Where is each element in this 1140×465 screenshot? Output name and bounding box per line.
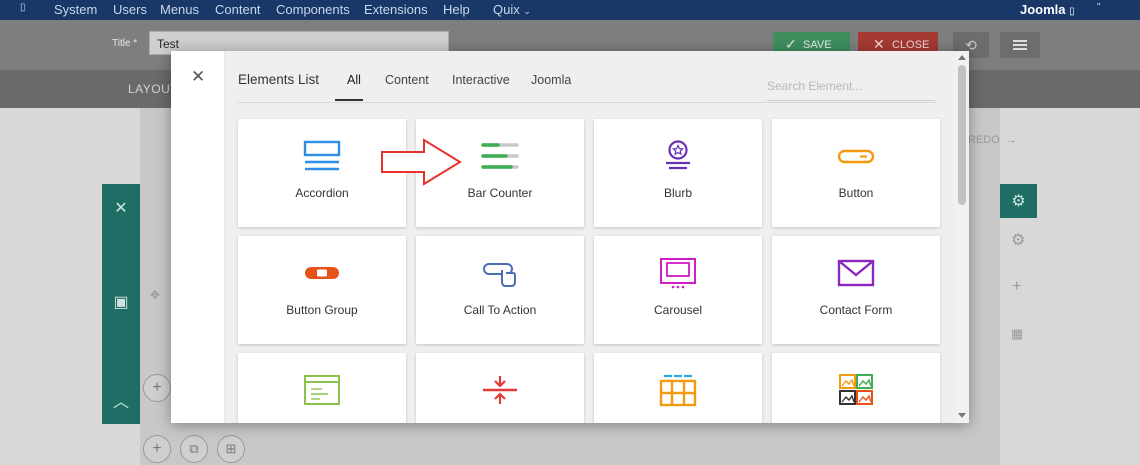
user-menu-icon[interactable]: " (1097, 2, 1101, 13)
custom-html-icon (304, 375, 340, 405)
element-card-button-group[interactable]: Button Group (238, 236, 406, 344)
close-icon[interactable]: ✕ (191, 67, 205, 87)
element-card-call-to-action[interactable]: Call To Action (416, 236, 584, 344)
joomla-logo-icon[interactable]: ▯ (20, 2, 26, 13)
element-label: Blurb (663, 186, 692, 200)
modal-body: Elements List All Content Interactive Jo… (225, 51, 969, 423)
modal-scrollbar[interactable] (955, 51, 969, 423)
save-icon[interactable]: ▣ (102, 292, 140, 312)
arrow-right-icon: → (1005, 134, 1017, 146)
header-divider (238, 102, 936, 103)
divider-icon (483, 376, 517, 404)
element-card-divider[interactable] (416, 353, 584, 423)
external-link-icon: ▯ (1069, 6, 1075, 17)
filterable-gallery-icon (659, 374, 697, 407)
menu-content[interactable]: Content (215, 2, 261, 17)
scroll-thumb[interactable] (958, 65, 966, 205)
menu-menus[interactable]: Menus (160, 2, 199, 17)
copy-section-button[interactable]: ⧉ (180, 435, 208, 463)
element-label: Bar Counter (467, 186, 533, 200)
element-label: Accordion (295, 186, 349, 200)
section-settings-button[interactable]: ⚙ (1000, 184, 1037, 218)
element-card-gallery[interactable] (772, 353, 940, 423)
elements-grid: Accordion Bar Counter Blurb Button Butto… (238, 119, 944, 423)
element-label: Button (838, 186, 874, 200)
close-icon[interactable]: ✕ (102, 198, 140, 218)
element-card-contact-form[interactable]: Contact Form (772, 236, 940, 344)
add-row-button[interactable]: + (143, 374, 171, 402)
hamburger-icon-line (1013, 44, 1027, 46)
menu-quix[interactable]: Quix ⌄ (493, 2, 531, 17)
site-name: Joomla (1020, 2, 1066, 17)
scroll-down-icon[interactable] (958, 413, 966, 418)
element-card-custom-html[interactable] (238, 353, 406, 423)
modal-sidebar: ✕ (171, 51, 225, 423)
copy-icon: ⧉ (189, 441, 199, 456)
call-to-action-icon (483, 263, 516, 287)
add-section-button[interactable]: + (143, 435, 171, 463)
menu-components[interactable]: Components (276, 2, 350, 17)
menu-users[interactable]: Users (113, 2, 147, 17)
blurb-icon (666, 140, 690, 170)
hamburger-icon (1013, 40, 1027, 42)
library-button[interactable]: ⊞ (217, 435, 245, 463)
element-label: Call To Action (463, 303, 537, 317)
annotation-arrow-icon (381, 138, 462, 186)
element-card-filterable-gallery[interactable] (594, 353, 762, 423)
tab-interactive[interactable]: Interactive (452, 73, 510, 87)
redo-button[interactable]: REDO → (968, 134, 1017, 146)
tab-content[interactable]: Content (385, 73, 429, 87)
admin-menubar: ▯ System Users Menus Content Components … (0, 0, 1140, 20)
hamburger-icon-line (1013, 48, 1027, 50)
plus-icon: + (152, 440, 162, 457)
chevron-down-icon: ⌄ (523, 6, 531, 16)
hamburger-menu-button[interactable] (1000, 32, 1040, 58)
redo-label: REDO (968, 134, 1000, 146)
modal-header: Elements List All Content Interactive Jo… (225, 51, 955, 109)
carousel-icon (660, 258, 696, 289)
menu-system[interactable]: System (54, 2, 97, 17)
menu-extensions[interactable]: Extensions (364, 2, 428, 17)
element-card-blurb[interactable]: Blurb (594, 119, 762, 227)
plus-icon: + (152, 379, 162, 396)
search-input[interactable] (767, 71, 935, 101)
menu-help[interactable]: Help (443, 2, 470, 17)
site-link[interactable]: Joomla ▯ (1020, 2, 1075, 17)
tab-joomla[interactable]: Joomla (531, 73, 571, 87)
element-label: Carousel (653, 303, 703, 317)
button-icon (837, 149, 875, 164)
scroll-up-icon[interactable] (958, 55, 966, 60)
move-icon[interactable]: ✥ (150, 288, 160, 302)
library-icon: ⊞ (225, 441, 237, 456)
envelope-icon (837, 259, 875, 287)
collapse-icon[interactable]: ︿ (102, 388, 140, 412)
plus-icon[interactable]: + (1012, 278, 1021, 296)
gear-icon: ⚙ (1011, 193, 1026, 210)
tab-all[interactable]: All (347, 73, 361, 87)
button-group-icon (305, 267, 339, 279)
bar-counter-icon (481, 143, 519, 169)
grid-icon[interactable]: ▦ (1011, 326, 1023, 342)
element-card-button[interactable]: Button (772, 119, 940, 227)
save-label: SAVE (803, 39, 832, 51)
elements-modal: ✕ Elements List All Content Interactive … (171, 51, 969, 423)
menu-quix-label: Quix (493, 2, 520, 17)
active-tab-indicator (335, 99, 363, 101)
element-label: Button Group (286, 303, 358, 317)
close-label: CLOSE (892, 39, 930, 51)
section-toolbar-left: ✕ ▣ ︿ (102, 184, 140, 424)
element-card-carousel[interactable]: Carousel (594, 236, 762, 344)
title-label: Title * (112, 38, 138, 49)
modal-title: Elements List (238, 72, 320, 87)
gallery-icon (839, 374, 873, 405)
accordion-icon (303, 140, 341, 171)
gear-icon[interactable]: ⚙ (1011, 230, 1025, 250)
element-label: Contact Form (819, 303, 893, 317)
